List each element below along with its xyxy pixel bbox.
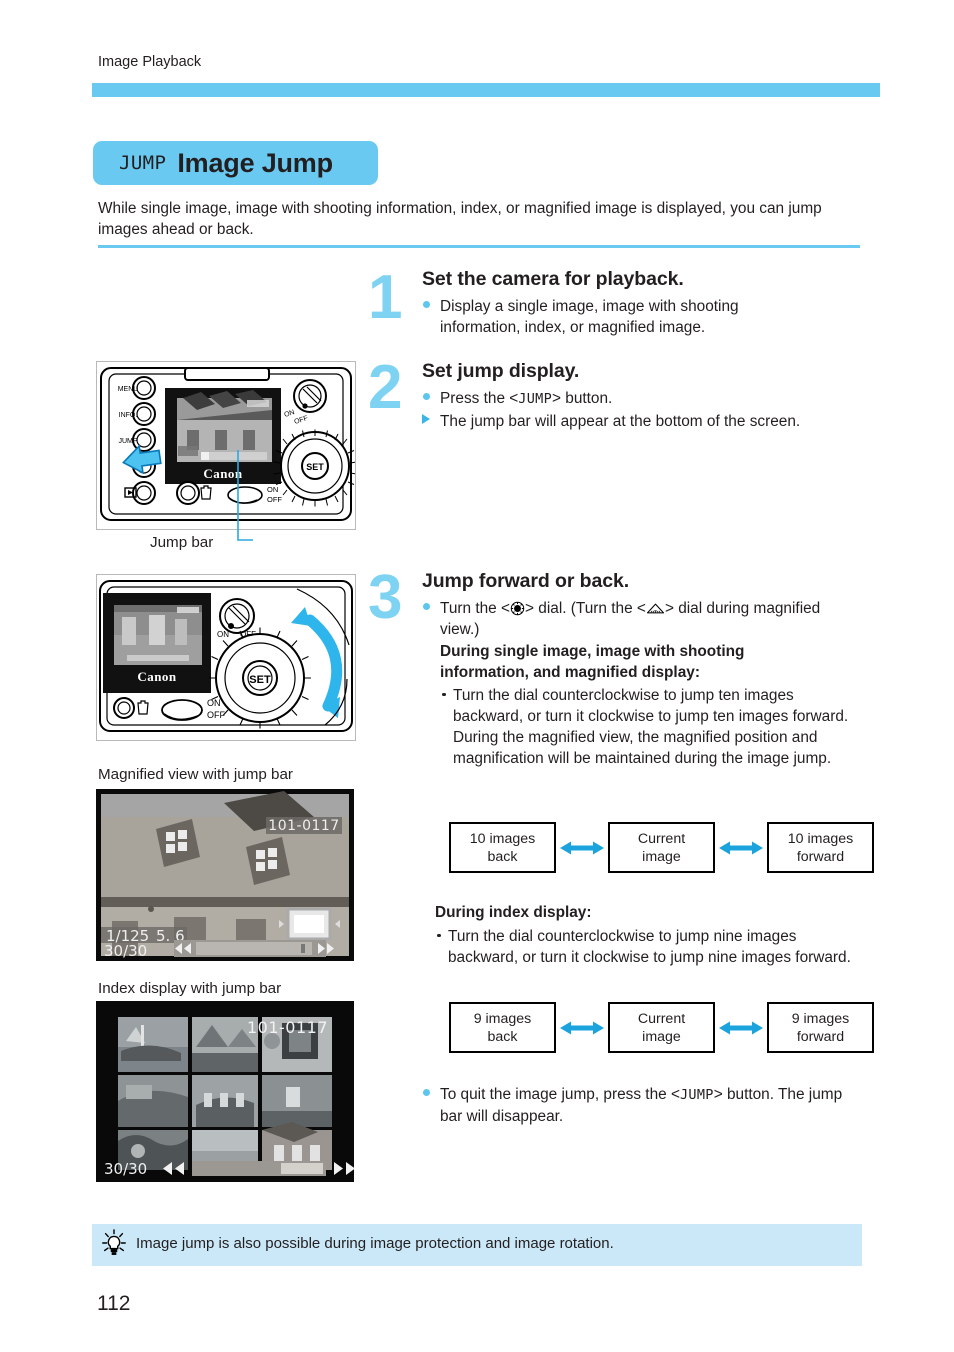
bullet-dot-icon bbox=[422, 388, 440, 410]
flow-box-forward-line1: 10 images bbox=[787, 830, 854, 847]
svg-text:MENU: MENU bbox=[118, 386, 139, 393]
flow-box-forward: 10 images forward bbox=[767, 822, 874, 873]
svg-text:101-0117: 101-0117 bbox=[247, 1018, 328, 1037]
flow-box-back-line1: 10 images bbox=[469, 830, 536, 847]
flow-box-back-line1: 9 images bbox=[473, 1010, 532, 1027]
flow-diagram-index: 9 images back Current image 9 images for… bbox=[449, 1002, 874, 1053]
flow-box-back: 10 images back bbox=[449, 822, 556, 873]
bullet-dot-icon bbox=[422, 1084, 440, 1127]
step-1-bullet: Display a single image, image with shoot… bbox=[422, 296, 862, 338]
tip-text: Image jump is also possible during image… bbox=[136, 1235, 614, 1252]
header-rule bbox=[92, 83, 880, 97]
step-3-bold-heading-2: During index display: bbox=[435, 904, 592, 921]
flow-arrow-right-icon bbox=[715, 840, 767, 856]
step-2-body: Set jump display. Press the <JUMP> butto… bbox=[422, 360, 862, 433]
section-divider bbox=[98, 245, 860, 248]
svg-text:ON: ON bbox=[217, 630, 229, 639]
svg-text:ON: ON bbox=[267, 485, 278, 494]
step-3-sub-1: Turn the dial counterclockwise to jump t… bbox=[440, 685, 872, 769]
step-2-number: 2 bbox=[368, 353, 403, 422]
page-title-chip: JUMP Image Jump bbox=[93, 141, 378, 185]
svg-text:30/30: 30/30 bbox=[104, 1160, 147, 1178]
index-display-screenshot: 101-0117 30/30 bbox=[96, 1001, 354, 1182]
flow-box-back-line2: back bbox=[487, 1028, 518, 1045]
quick-control-dial-icon bbox=[510, 601, 525, 616]
flow-box-current: Current image bbox=[608, 1002, 715, 1053]
bullet-dot-icon bbox=[422, 598, 440, 640]
camera-dial-figure: Canon ON OFF ON OFF SET bbox=[96, 574, 356, 741]
page-title: Image Jump bbox=[177, 147, 333, 178]
svg-text:SET: SET bbox=[249, 674, 271, 686]
jump-key-glyph: JUMP bbox=[679, 1087, 714, 1103]
step-3-bullet-1-text: Turn the < > dial. (Turn the < > dial duri… bbox=[440, 600, 821, 638]
flow-box-back-line2: back bbox=[487, 848, 518, 865]
step-3-sub-2-text: Turn the dial counterclockwise to jump n… bbox=[448, 928, 851, 966]
lightbulb-icon bbox=[102, 1229, 126, 1255]
triangle-bullet-icon bbox=[422, 411, 440, 432]
camera-dial-illustration: Canon ON OFF ON OFF SET bbox=[99, 580, 353, 732]
jump-bar-caption: Jump bar bbox=[150, 534, 214, 551]
step-3-title: Jump forward or back. bbox=[422, 570, 630, 592]
step-3-bullet-1: Turn the < > dial. (Turn the < > dial duri… bbox=[422, 598, 872, 640]
flow-box-current-line1: Current bbox=[637, 830, 686, 847]
step-3-sub-2: Turn the dial counterclockwise to jump n… bbox=[435, 926, 855, 968]
svg-text:SET: SET bbox=[306, 462, 324, 472]
flow-arrow-right-icon bbox=[715, 1020, 767, 1036]
intro-paragraph: While single image, image with shooting … bbox=[98, 200, 822, 238]
main-dial-icon bbox=[646, 603, 664, 614]
index-display-caption: Index display with jump bar bbox=[98, 980, 282, 997]
flow-arrow-left-icon bbox=[556, 840, 608, 856]
flow-diagram-single: 10 images back Current image 10 images f… bbox=[449, 822, 874, 873]
step-2-bullet-2-text: The jump bar will appear at the bottom o… bbox=[440, 413, 801, 430]
step-1-bullet-text: Display a single image, image with shoot… bbox=[440, 298, 739, 336]
jump-icon: JUMP bbox=[119, 152, 167, 174]
flow-box-forward-line2: forward bbox=[796, 1028, 845, 1045]
step-3-number: 3 bbox=[368, 563, 403, 632]
step-1-title: Set the camera for playback. bbox=[422, 268, 684, 290]
flow-box-current-line2: image bbox=[642, 848, 681, 865]
step-2-bullet-1: Press the <JUMP> button. bbox=[422, 388, 862, 410]
manual-page: Image Playback JUMP Image Jump While sin… bbox=[0, 0, 954, 1352]
step-3-quit-bullet: To quit the image jump, press the <JUMP>… bbox=[422, 1084, 867, 1127]
svg-text:30/30: 30/30 bbox=[104, 942, 147, 960]
flow-arrow-left-icon bbox=[556, 1020, 608, 1036]
svg-text:Canon: Canon bbox=[137, 669, 177, 684]
flow-box-forward: 9 images forward bbox=[767, 1002, 874, 1053]
flow-box-back: 9 images back bbox=[449, 1002, 556, 1053]
step-2-title: Set jump display. bbox=[422, 360, 580, 382]
svg-text:INFO.: INFO. bbox=[119, 412, 138, 419]
step-3-bold-heading-1: During single image, image with shooting… bbox=[440, 643, 745, 681]
flow-box-forward-line2: forward bbox=[796, 848, 845, 865]
bullet-dot-icon bbox=[422, 296, 440, 338]
svg-text:101-0117: 101-0117 bbox=[268, 818, 339, 834]
step-2-bullet-1-text: Press the <JUMP> button. bbox=[440, 390, 613, 407]
flow-box-forward-line1: 9 images bbox=[791, 1010, 850, 1027]
magnified-view-caption: Magnified view with jump bar bbox=[98, 766, 293, 783]
flow-box-current: Current image bbox=[608, 822, 715, 873]
jump-key-glyph: JUMP bbox=[518, 391, 552, 407]
svg-text:JUMP: JUMP bbox=[118, 438, 137, 445]
step-3-quit-text: To quit the image jump, press the <JUMP>… bbox=[440, 1086, 843, 1125]
step-3-body: Jump forward or back. Turn the < > dial. … bbox=[422, 570, 872, 770]
flow-box-current-line2: image bbox=[642, 1028, 681, 1045]
small-bullet-icon bbox=[440, 685, 453, 769]
magnified-view-screenshot: 101-0117 1/125 5. 6 30/30 bbox=[96, 789, 354, 961]
svg-text:ON: ON bbox=[207, 698, 221, 708]
small-bullet-icon bbox=[435, 926, 448, 968]
step-1-body: Set the camera for playback. Display a s… bbox=[422, 268, 862, 339]
running-head: Image Playback bbox=[98, 54, 202, 70]
page-number: 112 bbox=[97, 1292, 131, 1315]
step-2-bullet-2: The jump bar will appear at the bottom o… bbox=[422, 411, 862, 432]
step-3-sub-1-text: Turn the dial counterclockwise to jump t… bbox=[453, 687, 849, 767]
svg-text:OFF: OFF bbox=[267, 495, 282, 504]
flow-box-current-line1: Current bbox=[637, 1010, 686, 1027]
step-1-number: 1 bbox=[368, 263, 403, 332]
